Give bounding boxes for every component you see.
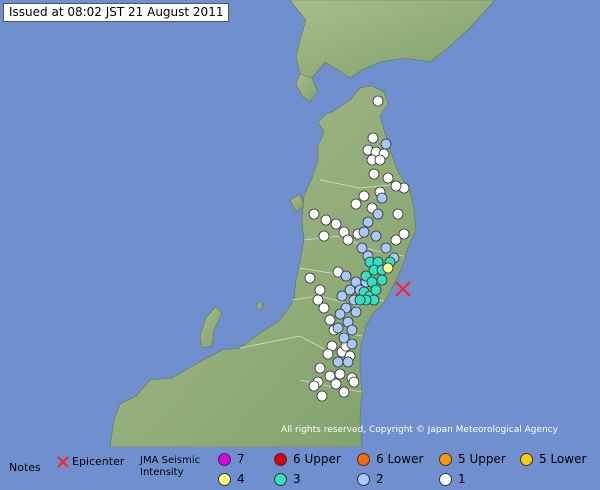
station-marker [382,172,394,184]
legend-level-label: 1 [458,472,466,486]
station-marker [376,192,388,204]
station-marker [320,214,332,226]
swatch-icon [218,452,231,466]
legend-level-5-upper: 5 Upper [439,452,506,466]
station-marker [318,230,330,242]
station-marker [376,274,388,286]
station-marker [358,226,370,238]
station-marker [332,356,344,368]
station-marker [304,272,316,284]
swatch-icon [439,472,452,486]
station-marker [342,356,354,368]
issued-timestamp: Issued at 08:02 JST 21 August 2011 [3,3,230,22]
legend-epicenter: Epicenter [57,455,124,468]
legend-level-6-upper: 6 Upper [274,452,341,466]
station-marker [346,324,358,336]
legend-level-label: 6 Lower [376,452,424,466]
legend-level-7: 7 [218,452,245,466]
legend-notes-label: Notes [9,461,41,474]
landmass-awashima [256,301,264,311]
map-canvas [0,0,600,447]
legend-level-6-lower: 6 Lower [357,452,423,466]
station-marker [308,208,320,220]
station-marker [346,338,358,350]
station-marker [330,218,342,230]
station-marker [380,242,392,254]
station-marker [322,348,334,360]
station-marker [372,208,384,220]
station-marker [324,314,336,326]
epicenter-icon [57,455,69,468]
swatch-icon [520,452,533,466]
station-marker [330,378,342,390]
station-marker [314,284,326,296]
legend-level-label: 6 Upper [293,452,341,466]
station-marker [367,132,379,144]
legend-level-label: 3 [293,472,301,486]
legend-level-label: 5 Upper [458,452,506,466]
station-marker [358,190,370,202]
station-marker [340,270,352,282]
legend: Notes Epicenter JMA Seismic Intensity 7 … [0,447,600,490]
station-marker [354,294,366,306]
station-marker [372,95,384,107]
legend-scale-line1: JMA Seismic [140,455,201,466]
station-marker [308,380,320,392]
legend-level-1: 1 [439,472,466,486]
legend-level-label: 7 [237,452,245,466]
earthquake-intensity-map: Issued at 08:02 JST 21 August 2011 All r… [0,0,600,490]
station-marker [338,386,350,398]
legend-level-3: 3 [274,472,301,486]
swatch-icon [218,472,231,486]
station-marker [334,308,346,320]
station-marker [350,198,362,210]
legend-level-5-lower: 5 Lower [520,452,586,466]
station-marker [314,362,326,374]
station-marker [390,234,402,246]
legend-level-label: 5 Lower [539,452,587,466]
station-marker [348,376,360,388]
station-marker [336,290,348,302]
copyright-notice: All rights reserved, Copyright © Japan M… [281,425,558,435]
legend-scale-label: JMA Seismic Intensity [140,455,200,479]
swatch-icon [274,472,287,486]
station-marker [350,306,362,318]
station-marker [370,230,382,242]
swatch-icon [357,452,370,466]
legend-level-4: 4 [218,472,245,486]
swatch-icon [274,452,287,466]
station-marker [380,138,392,150]
station-marker [318,302,330,314]
station-marker [370,284,382,296]
swatch-icon [357,472,370,486]
station-marker [390,180,402,192]
station-marker [316,390,328,402]
legend-level-label: 2 [376,472,384,486]
station-marker [334,368,346,380]
station-marker [374,154,386,166]
swatch-icon [439,452,452,466]
station-marker [368,168,380,180]
legend-scale-line2: Intensity [140,467,184,478]
legend-epicenter-label: Epicenter [72,455,125,468]
station-marker [362,216,374,228]
station-marker [332,322,344,334]
station-marker [382,262,394,274]
legend-level-label: 4 [237,472,245,486]
legend-level-2: 2 [357,472,384,486]
station-marker [392,208,404,220]
station-marker [342,234,354,246]
